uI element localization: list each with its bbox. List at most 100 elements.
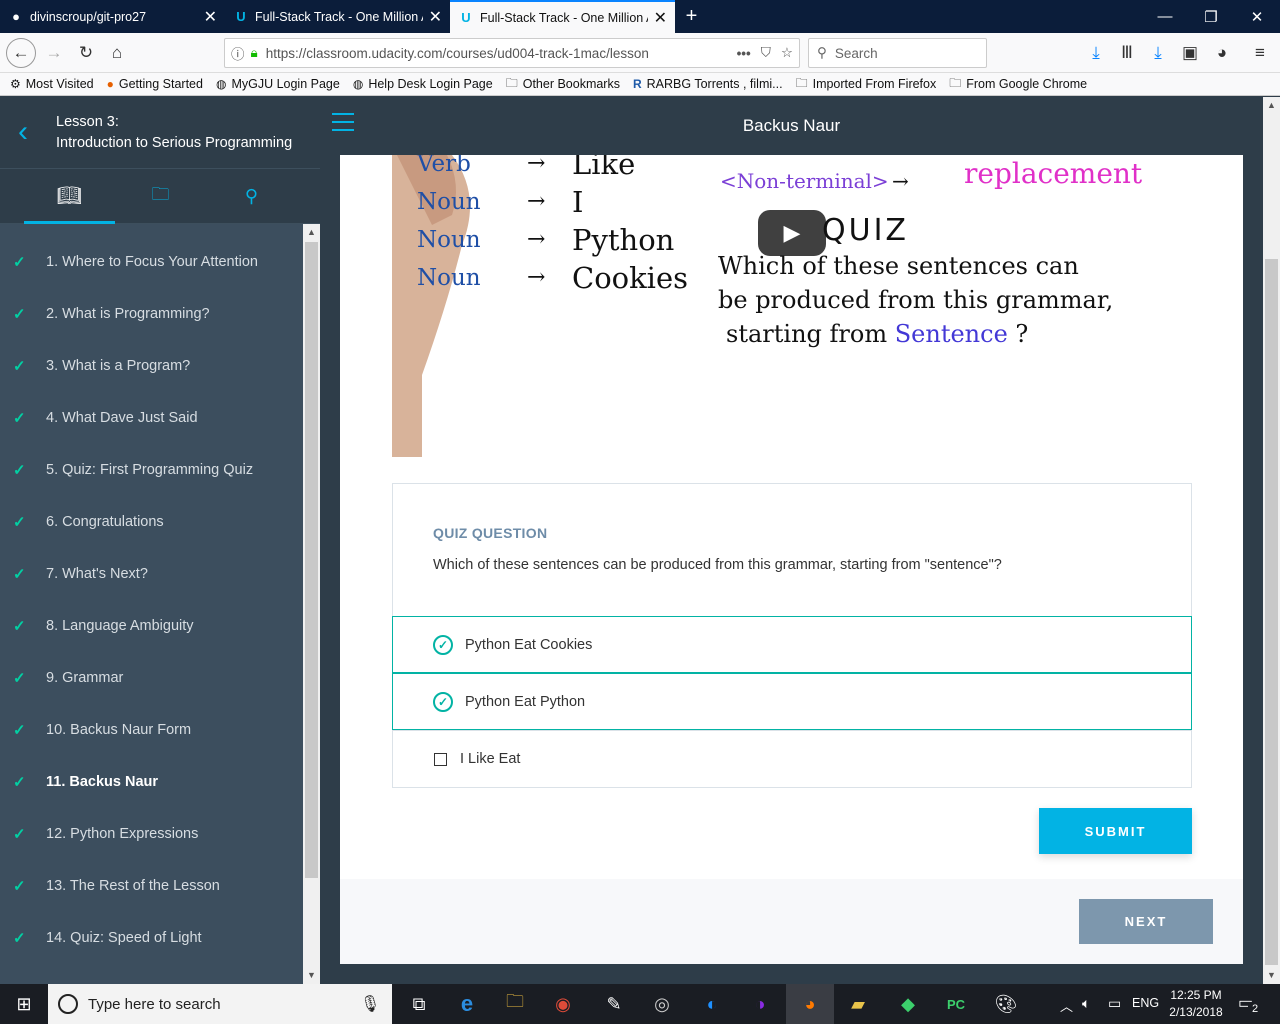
submit-button[interactable]: SUBMIT (1039, 808, 1192, 854)
volume-icon[interactable]: 🔈︎ (1082, 995, 1090, 1012)
bookmark-other[interactable]: 🗀 Other Bookmarks (506, 74, 620, 95)
tab-concepts[interactable]: 📖︎ (24, 169, 115, 224)
paint-icon[interactable]: ✎ (590, 984, 638, 1024)
bookmark-star-icon[interactable]: ☆ (781, 45, 793, 61)
sidebar-item-10[interactable]: ✓ 10. Backus Naur Form (0, 704, 303, 756)
sidebar-item-12[interactable]: ✓ 12. Python Expressions (0, 808, 303, 860)
sidebar-item-4[interactable]: ✓ 4. What Dave Just Said (0, 392, 303, 444)
firefox-icon[interactable]: ◕ (786, 984, 834, 1024)
quiz-option-1[interactable]: ✓ Python Eat Cookies (392, 616, 1192, 673)
bookmark-google-chrome[interactable]: 🗀 From Google Chrome (949, 74, 1087, 95)
sidebar-item-8[interactable]: ✓ 8. Language Ambiguity (0, 600, 303, 652)
home-button[interactable]: ⌂ (103, 39, 131, 67)
sidebar-item-2[interactable]: ✓ 2. What is Programming? (0, 288, 303, 340)
scroll-up-icon[interactable]: ▲ (303, 224, 320, 241)
browser-tab-github[interactable]: ● divinscroup/git-pro27 ✕ (0, 0, 225, 33)
sidebar-toggle-icon[interactable]: ▣ (1176, 39, 1204, 67)
bookmark-label: Getting Started (118, 77, 203, 91)
chevron-up-icon[interactable]: ︿ (1060, 996, 1073, 1015)
forward-button[interactable]: → (40, 39, 68, 67)
sidebar-item-3[interactable]: ✓ 3. What is a Program? (0, 340, 303, 392)
new-tab-button[interactable]: + (675, 0, 708, 33)
taskbar-search-input[interactable]: Type here to search 🎙︎ (48, 984, 392, 1024)
pycharm-icon[interactable]: PC (932, 984, 980, 1024)
browser-tab-udacity-active[interactable]: U Full-Stack Track - One Million A ✕ (450, 0, 675, 33)
page-actions-icon[interactable]: ••• (737, 46, 751, 61)
scroll-up-icon[interactable]: ▲ (1263, 97, 1280, 114)
bookmark-most-visited[interactable]: ⚙ Most Visited (10, 77, 94, 91)
close-window-button[interactable]: ✕ (1234, 0, 1280, 33)
sidebar-item-13[interactable]: ✓ 13. The Rest of the Lesson (0, 860, 303, 912)
task-view-icon[interactable]: ⧉ (395, 984, 443, 1024)
close-tab-icon[interactable]: ✕ (204, 7, 217, 27)
restore-button[interactable]: ❐ (1188, 0, 1234, 33)
download-progress-icon[interactable]: ⤓ (1144, 39, 1172, 67)
notes-icon[interactable]: ▰ (834, 984, 882, 1024)
back-arrow-icon[interactable]: ‹ (18, 117, 28, 147)
scrollbar-thumb[interactable] (305, 242, 318, 878)
windows-start-icon[interactable]: ⊞ (0, 984, 48, 1024)
udacity-icon: U (461, 10, 471, 25)
checkbox-unchecked-icon[interactable] (434, 752, 447, 766)
next-button[interactable]: NEXT (1079, 899, 1213, 944)
library-icon[interactable]: Ⅲ (1113, 39, 1141, 67)
firefox-dev-icon[interactable]: ◐ (688, 984, 736, 1024)
sidebar-item-1[interactable]: ✓ 1. Where to Focus Your Attention (0, 236, 303, 288)
menu-icon[interactable]: ≡ (1246, 39, 1274, 67)
microphone-icon[interactable]: 🎙︎ (360, 994, 380, 1014)
scroll-down-icon[interactable]: ▼ (303, 967, 320, 984)
browser-tab-udacity-1[interactable]: U Full-Stack Track - One Million A ✕ (225, 0, 450, 33)
bookmark-mygju[interactable]: ◍ MyGJU Login Page (216, 77, 340, 91)
r-logo-icon: R (632, 77, 642, 91)
sidebar-item-14[interactable]: ✓ 14. Quiz: Speed of Light (0, 912, 303, 964)
sidebar-item-label: 6. Congratulations (46, 514, 164, 530)
reload-button[interactable]: ↻ (72, 39, 100, 67)
bookmark-helpdesk[interactable]: ◍ Help Desk Login Page (353, 77, 493, 91)
close-tab-icon[interactable]: ✕ (429, 7, 442, 27)
paint-palette-icon[interactable]: 🎨︎ (982, 984, 1030, 1024)
chrome-icon[interactable]: ◉ (539, 984, 587, 1024)
close-tab-icon[interactable]: ✕ (654, 8, 667, 28)
quiz-option-2[interactable]: ✓ Python Eat Python (392, 673, 1192, 730)
bookmark-rarbg[interactable]: R RARBG Torrents , filmi... (633, 77, 783, 91)
firefox-nightly-icon[interactable]: ◑ (736, 984, 784, 1024)
download-icon[interactable]: ⤓ (1082, 39, 1110, 67)
search-input[interactable]: ⚲ Search (808, 38, 987, 68)
sidebar-item-label: 12. Python Expressions (46, 826, 199, 842)
clock-time[interactable]: 12:25 PM (1166, 988, 1226, 1002)
minimize-button[interactable]: — (1142, 0, 1188, 33)
file-explorer-icon[interactable]: 🗀 (491, 984, 539, 1024)
bookmark-imported-firefox[interactable]: 🗀 Imported From Firefox (796, 74, 937, 95)
edge-icon[interactable]: e (443, 984, 491, 1024)
obs-icon[interactable]: ◎ (638, 984, 686, 1024)
back-button[interactable]: ← (6, 38, 36, 68)
sidebar-item-11[interactable]: ✓ 11. Backus Naur (0, 756, 303, 808)
sidebar-item-5[interactable]: ✓ 5. Quiz: First Programming Quiz (0, 444, 303, 496)
page-scrollbar[interactable]: ▲ ▼ (1263, 97, 1280, 984)
sidebar-item-9[interactable]: ✓ 9. Grammar (0, 652, 303, 704)
video-player[interactable]: Verb Noun Noun Noun → → → → Like I Python C… (392, 155, 1192, 457)
pocket-icon[interactable]: ⛉ (761, 45, 771, 61)
sidebar-item-6[interactable]: ✓ 6. Congratulations (0, 496, 303, 548)
video-prompt: Which of these sentences can be produced… (718, 249, 1113, 351)
clock-date[interactable]: 2/13/2018 (1164, 1005, 1228, 1019)
sidebar-item-7[interactable]: ✓ 7. What's Next? (0, 548, 303, 600)
grammar-word: Verb (417, 155, 471, 177)
quiz-option-3[interactable]: I Like Eat (392, 730, 1192, 787)
tab-resources[interactable]: 🗀 (115, 169, 206, 224)
bookmark-getting-started[interactable]: ● Getting Started (107, 77, 203, 91)
tab-search[interactable]: ⚲ (206, 169, 297, 224)
tab-title: Full-Stack Track - One Million A (480, 10, 648, 25)
scroll-down-icon[interactable]: ▼ (1263, 967, 1280, 984)
info-icon[interactable]: ⓘ (231, 43, 245, 63)
network-icon[interactable]: ▭ (1108, 995, 1121, 1012)
scrollbar-thumb[interactable] (1265, 259, 1278, 965)
sidebar-item-label: 11. Backus Naur (46, 774, 159, 790)
extension-icon[interactable]: ◕ (1208, 39, 1236, 67)
checked-circle-icon: ✓ (433, 634, 453, 655)
language-indicator[interactable]: ENG (1132, 996, 1159, 1010)
url-bar[interactable]: ⓘ 🔒︎ https://classroom.udacity.com/cours… (224, 38, 800, 68)
sidebar-item-label: 14. Quiz: Speed of Light (46, 930, 202, 946)
git-tool-icon[interactable]: ◆ (884, 984, 932, 1024)
sidebar-scrollbar[interactable]: ▲ ▼ (303, 224, 320, 984)
